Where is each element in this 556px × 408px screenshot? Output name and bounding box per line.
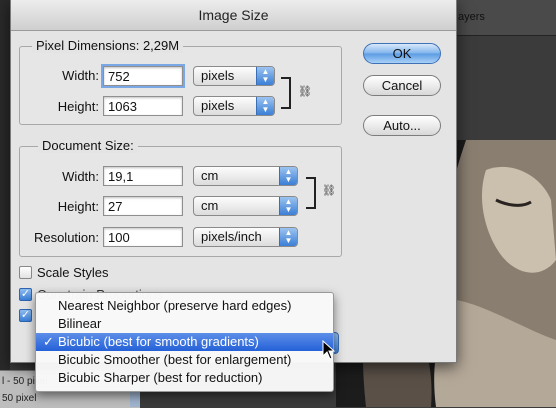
doc-height-field[interactable]: 27 — [103, 196, 183, 216]
menu-item-nearest-neighbor[interactable]: Nearest Neighbor (preserve hard edges) — [36, 297, 333, 315]
chain-link-icon: ⛓ — [298, 86, 312, 98]
doc-height-unit-select[interactable]: cm ▲ ▼ — [193, 196, 298, 216]
scale-styles-checkbox[interactable] — [19, 266, 32, 279]
pixel-dimensions-title: Pixel Dimensions: 2,29M — [32, 38, 184, 53]
pixel-width-label: Width: — [62, 68, 99, 83]
resolution-label: Resolution: — [33, 230, 99, 245]
pixel-height-unit-value: pixels — [201, 98, 235, 113]
menu-item-bicubic-sharper[interactable]: Bicubic Sharper (best for reduction) — [36, 369, 333, 387]
chevron-updown-icon: ▲ ▼ — [279, 167, 297, 185]
checkmark-icon: ✓ — [43, 334, 54, 349]
doc-height-unit-value: cm — [201, 198, 219, 213]
doc-height-label: Height: — [57, 199, 99, 214]
doc-width-label: Width: — [62, 169, 99, 184]
dialog-title: Image Size — [11, 0, 456, 31]
chain-link-icon: ⛓ — [322, 185, 336, 197]
pixel-height-unit-select[interactable]: pixels ▲ ▼ — [193, 96, 275, 116]
constrain-proportions-checkbox[interactable]: ✓ — [19, 288, 32, 301]
cancel-button[interactable]: Cancel — [363, 75, 441, 96]
pixel-dimensions-size: 2,29M — [142, 38, 180, 53]
status-text-2: 50 pixel — [2, 393, 37, 404]
pixel-width-field[interactable]: 752 — [103, 66, 183, 86]
resolution-unit-select[interactable]: pixels/inch ▲ ▼ — [193, 227, 298, 247]
chevron-updown-icon: ▲ ▼ — [279, 197, 297, 215]
resample-method-menu: Nearest Neighbor (preserve hard edges) B… — [35, 292, 334, 392]
menu-item-bicubic-smoother[interactable]: Bicubic Smoother (best for enlargement) — [36, 351, 333, 369]
pixel-dimensions-label: Pixel Dimensions: — [36, 38, 140, 53]
app-background-left — [0, 0, 10, 407]
resolution-unit-value: pixels/inch — [201, 229, 262, 244]
chevron-updown-icon: ▲ ▼ — [256, 97, 274, 115]
doc-width-field[interactable]: 19,1 — [103, 166, 183, 186]
menu-item-bilinear[interactable]: Bilinear — [36, 315, 333, 333]
document-size-title: Document Size: — [38, 138, 138, 153]
scale-styles-label: Scale Styles — [37, 265, 109, 280]
doc-width-unit-value: cm — [201, 168, 219, 183]
pixel-width-unit-select[interactable]: pixels ▲ ▼ — [193, 66, 275, 86]
resolution-field[interactable]: 100 — [103, 227, 183, 247]
pixel-width-unit-value: pixels — [201, 68, 235, 83]
layers-panel-title: ayers — [458, 11, 485, 23]
pixel-height-label: Height: — [57, 99, 99, 114]
auto-button[interactable]: Auto... — [363, 115, 441, 136]
ok-button[interactable]: OK — [363, 43, 441, 64]
chevron-updown-icon: ▲ ▼ — [279, 228, 297, 246]
doc-constrain-bracket — [306, 177, 316, 209]
pixel-height-field[interactable]: 1063 — [103, 96, 183, 116]
resample-image-checkbox[interactable]: ✓ — [19, 309, 32, 322]
doc-width-unit-select[interactable]: cm ▲ ▼ — [193, 166, 298, 186]
chevron-updown-icon: ▲ ▼ — [256, 67, 274, 85]
constrain-bracket — [281, 77, 291, 109]
mouse-pointer-icon — [322, 340, 336, 360]
menu-item-bicubic[interactable]: ✓ Bicubic (best for smooth gradients) — [36, 333, 333, 351]
